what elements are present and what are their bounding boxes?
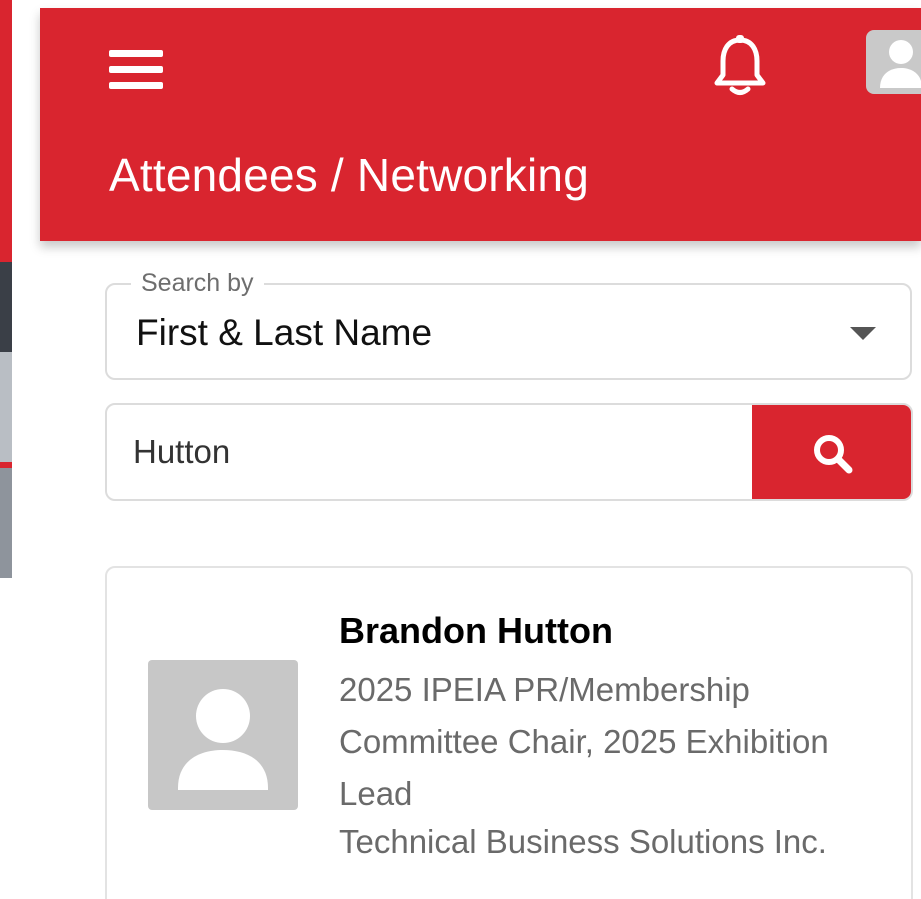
search-button[interactable] [752,405,911,499]
search-by-label: Search by [131,268,264,298]
menu-icon[interactable] [109,48,163,92]
user-icon [178,689,268,790]
search-icon [814,435,853,474]
user-icon [880,40,921,88]
attendee-role: 2025 IPEIA PR/Membership Committee Chair… [339,671,829,812]
attendee-name: Brandon Hutton [339,610,613,651]
background-app-slice [0,0,12,590]
search-by-selected-value: First & Last Name [136,312,433,353]
bell-icon[interactable] [712,34,768,98]
page-title: Attendees / Networking [109,149,589,201]
attendee-avatar [148,660,298,810]
search-bar [105,403,913,501]
chevron-down-icon [850,327,876,340]
search-by-select[interactable]: Search by First & Last Name [105,268,912,380]
app-header: Attendees / Networking [40,8,921,241]
attendee-card[interactable]: Brandon Hutton 2025 IPEIA PR/Membership … [105,566,913,899]
screen: Attendees / Networking Search by First &… [0,0,921,899]
search-input[interactable] [107,405,753,499]
profile-avatar-button[interactable] [866,30,921,94]
attendee-company: Technical Business Solutions Inc. [339,823,827,860]
